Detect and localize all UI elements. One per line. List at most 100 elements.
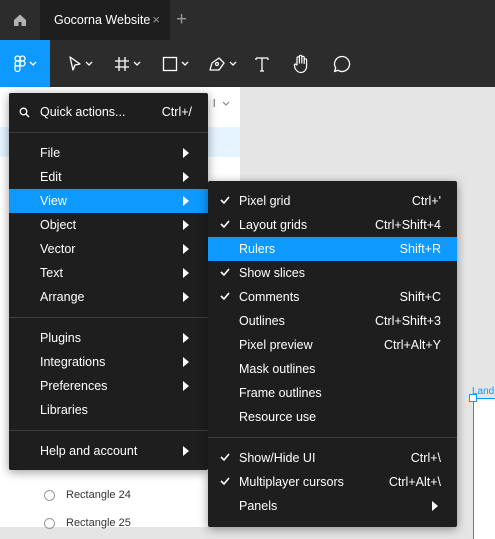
pen-tool-button[interactable] bbox=[202, 40, 242, 87]
hand-tool-button[interactable] bbox=[290, 40, 314, 87]
submenu-arrow-icon bbox=[183, 268, 189, 278]
menu-item-shortcut: Ctrl+/ bbox=[161, 105, 192, 119]
menu-item-pixel-grid[interactable]: Pixel grid Ctrl+' bbox=[208, 189, 457, 213]
menu-item-shortcut: Ctrl+' bbox=[411, 194, 441, 208]
add-tab-icon[interactable]: + bbox=[176, 9, 187, 31]
home-icon[interactable] bbox=[0, 0, 40, 40]
layer-row[interactable]: Rectangle 25 bbox=[0, 510, 240, 536]
menu-item-label: Show slices bbox=[239, 266, 305, 280]
checkmark-icon bbox=[220, 292, 230, 301]
menu-item-quick-actions[interactable]: Quick actions... Ctrl+/ bbox=[9, 100, 208, 124]
menu-item-shortcut: Ctrl+\ bbox=[410, 451, 441, 465]
menu-item-vector[interactable]: Vector bbox=[9, 237, 208, 261]
menu-item-arrange[interactable]: Arrange bbox=[9, 285, 208, 309]
menu-item-label: Frame outlines bbox=[239, 386, 322, 400]
hand-tool-icon bbox=[293, 54, 308, 73]
menu-item-text[interactable]: Text bbox=[9, 261, 208, 285]
menu-item-label: Edit bbox=[40, 170, 62, 184]
move-tool-button[interactable] bbox=[60, 40, 100, 87]
menu-item-outlines[interactable]: Outlines Ctrl+Shift+3 bbox=[208, 309, 457, 333]
submenu-arrow-icon bbox=[183, 148, 189, 158]
pen-tool-icon bbox=[208, 56, 225, 71]
menu-item-label: Outlines bbox=[239, 314, 285, 328]
menu-item-panels[interactable]: Panels bbox=[208, 494, 457, 518]
menu-item-layout-grids[interactable]: Layout grids Ctrl+Shift+4 bbox=[208, 213, 457, 237]
menu-item-frame-outlines[interactable]: Frame outlines bbox=[208, 381, 457, 405]
menu-item-resource-use[interactable]: Resource use bbox=[208, 405, 457, 429]
menu-divider bbox=[9, 317, 208, 318]
menu-item-shortcut: Ctrl+Shift+4 bbox=[374, 218, 441, 232]
checkmark-icon bbox=[220, 196, 230, 205]
menu-item-label: Quick actions... bbox=[40, 105, 126, 119]
chevron-down-icon bbox=[229, 61, 236, 66]
menu-item-file[interactable]: File bbox=[9, 141, 208, 165]
close-tab-icon[interactable]: × bbox=[152, 12, 160, 27]
tab-file[interactable]: Gocorna Website × bbox=[40, 0, 170, 40]
menu-item-shortcut: Ctrl+Alt+\ bbox=[388, 475, 441, 489]
frame-resize-handle[interactable] bbox=[469, 394, 477, 402]
submenu-arrow-icon bbox=[183, 220, 189, 230]
menu-item-label: Plugins bbox=[40, 331, 81, 345]
chevron-down-icon bbox=[29, 61, 36, 66]
menu-item-label: File bbox=[40, 146, 61, 160]
shape-tool-icon bbox=[162, 56, 177, 71]
figma-menu-icon bbox=[13, 55, 26, 72]
submenu-arrow-icon bbox=[183, 381, 189, 391]
chevron-down-icon bbox=[85, 61, 92, 66]
checkmark-icon bbox=[220, 477, 230, 486]
menu-item-view[interactable]: View bbox=[9, 189, 208, 213]
submenu-arrow-icon bbox=[183, 333, 189, 343]
menu-item-comments[interactable]: Comments Shift+C bbox=[208, 285, 457, 309]
menu-item-label: Rulers bbox=[239, 242, 276, 256]
menu-item-rulers[interactable]: Rulers Shift+R bbox=[208, 237, 457, 261]
menu-item-label: Vector bbox=[40, 242, 76, 256]
menu-item-object[interactable]: Object bbox=[9, 213, 208, 237]
menu-item-label: Help and account bbox=[40, 444, 138, 458]
submenu-arrow-icon bbox=[183, 172, 189, 182]
frame-tool-button[interactable] bbox=[107, 40, 147, 87]
menu-item-label: Integrations bbox=[40, 355, 106, 369]
menu-item-label: Panels bbox=[239, 499, 278, 513]
tab-bar: Gocorna Website × + bbox=[0, 0, 495, 40]
submenu-arrow-icon bbox=[183, 244, 189, 254]
menu-divider bbox=[9, 132, 208, 133]
chevron-down-icon bbox=[133, 61, 140, 66]
layer-label: Rectangle 25 bbox=[66, 517, 131, 529]
menu-item-integrations[interactable]: Integrations bbox=[9, 350, 208, 374]
tab-title: Gocorna Website bbox=[54, 13, 151, 27]
menu-item-shortcut: Ctrl+Shift+3 bbox=[374, 314, 441, 328]
menu-item-label: Resource use bbox=[239, 410, 317, 424]
menu-item-label: Mask outlines bbox=[239, 362, 316, 376]
menu-item-preferences[interactable]: Preferences bbox=[9, 374, 208, 398]
panel-partial-label: l bbox=[213, 98, 230, 110]
rectangle-layer-icon bbox=[44, 489, 55, 501]
move-tool-icon bbox=[68, 55, 81, 71]
main-menu-button[interactable] bbox=[0, 40, 50, 87]
frame-tool-icon bbox=[114, 56, 129, 71]
menu-item-label: Pixel preview bbox=[239, 338, 313, 352]
menu-item-help-and-account[interactable]: Help and account bbox=[9, 439, 208, 463]
menu-item-plugins[interactable]: Plugins bbox=[9, 326, 208, 350]
menu-item-edit[interactable]: Edit bbox=[9, 165, 208, 189]
menu-item-show-slices[interactable]: Show slices bbox=[208, 261, 457, 285]
text-tool-button[interactable] bbox=[250, 40, 274, 87]
menu-item-mask-outlines[interactable]: Mask outlines bbox=[208, 357, 457, 381]
comment-tool-button[interactable] bbox=[330, 40, 354, 87]
shape-tool-button[interactable] bbox=[155, 40, 195, 87]
menu-item-label: Text bbox=[40, 266, 63, 280]
layer-row[interactable]: Rectangle 24 bbox=[0, 482, 240, 508]
checkmark-icon bbox=[220, 220, 230, 229]
menu-item-pixel-preview[interactable]: Pixel preview Ctrl+Alt+Y bbox=[208, 333, 457, 357]
menu-item-show-hide-ui[interactable]: Show/Hide UI Ctrl+\ bbox=[208, 446, 457, 470]
submenu-arrow-icon bbox=[183, 446, 189, 456]
checkmark-icon bbox=[220, 453, 230, 462]
menu-item-label: Multiplayer cursors bbox=[239, 475, 344, 489]
checkmark-icon bbox=[220, 268, 230, 277]
menu-item-libraries[interactable]: Libraries bbox=[9, 398, 208, 422]
menu-item-label: Comments bbox=[239, 290, 300, 304]
menu-item-multiplayer-cursors[interactable]: Multiplayer cursors Ctrl+Alt+\ bbox=[208, 470, 457, 494]
canvas-frame[interactable] bbox=[473, 398, 495, 539]
search-icon bbox=[19, 107, 30, 118]
menu-item-label: Show/Hide UI bbox=[239, 451, 316, 465]
submenu-arrow-icon bbox=[183, 292, 189, 302]
